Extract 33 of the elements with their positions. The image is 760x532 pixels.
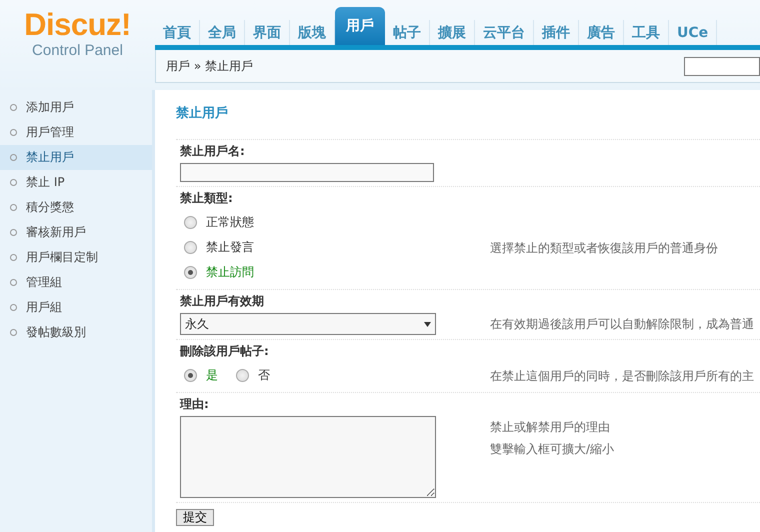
radio-label[interactable]: 禁止訪問: [206, 264, 254, 281]
sidebar-item[interactable]: 積分獎懲: [0, 195, 152, 220]
sidebar-item[interactable]: 發帖數級別: [0, 320, 152, 345]
sidebar-item[interactable]: 用戶管理: [0, 120, 152, 145]
hint-text: 在有效期過後該用戶可以自動解除限制，成為普通: [490, 316, 755, 333]
dropdown[interactable]: 永久: [180, 313, 436, 335]
hint-text: 在禁止這個用戶的同時，是否刪除該用戶所有的主: [490, 368, 755, 384]
radio-label[interactable]: 正常狀態: [206, 214, 254, 231]
sidebar-item[interactable]: 禁止 IP: [0, 170, 152, 195]
field-label: 刪除該用戶帖子:: [180, 343, 270, 359]
radio-label[interactable]: 否: [258, 367, 270, 384]
sidebar-item[interactable]: 用戶欄目定制: [0, 245, 152, 270]
nav-tab[interactable]: 用戶: [335, 7, 385, 45]
hint-text: 雙擊輸入框可擴大/縮小: [490, 441, 616, 458]
sidebar-item[interactable]: 管理組: [0, 270, 152, 295]
dropdown-value: 永久: [185, 316, 209, 332]
sidebar-item[interactable]: 添加用戶: [0, 95, 152, 120]
submit-button[interactable]: 提交: [176, 509, 214, 526]
breadcrumb: 用戶 » 禁止用戶: [166, 58, 254, 74]
hint-text: 禁止或解禁用戶的理由: [490, 419, 611, 436]
logo-wordmark: Discuz!: [24, 8, 131, 42]
hint-text: 選擇禁止的類型或者恢復該用戶的普通身份: [490, 240, 719, 256]
sidebar-item[interactable]: 審核新用戶: [0, 220, 152, 245]
field-label: 禁止類型:: [180, 190, 234, 206]
radio-label[interactable]: 是: [206, 367, 218, 384]
sidebar-item[interactable]: 用戶組: [0, 295, 152, 320]
field-label: 理由:: [180, 396, 210, 412]
page-title: 禁止用戶: [176, 104, 229, 122]
sidebar-item[interactable]: 禁止用戶: [0, 145, 152, 170]
radio-label[interactable]: 禁止發言: [206, 239, 254, 256]
field-label: 禁止用戶有效期: [180, 293, 265, 309]
logo-subtitle: Control Panel: [32, 42, 123, 60]
field-label: 禁止用戶名:: [180, 143, 246, 159]
